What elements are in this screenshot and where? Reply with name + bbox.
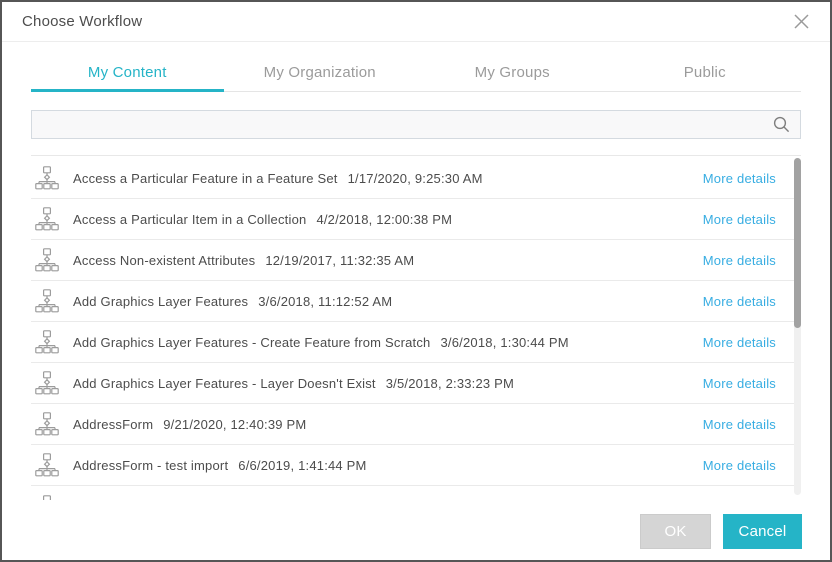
- ok-button[interactable]: OK: [640, 514, 711, 549]
- dialog-header: Choose Workflow: [2, 2, 830, 42]
- workflow-icon: [34, 453, 60, 477]
- workflow-icon: [34, 371, 60, 395]
- close-icon: [793, 14, 809, 29]
- dialog-title: Choose Workflow: [22, 13, 143, 30]
- search-input[interactable]: [31, 110, 801, 139]
- list-item[interactable]: Add Graphics Layer Features 3/6/2018, 11…: [31, 281, 801, 322]
- list-item[interactable]: AddressForm 9/21/2020, 12:40:39 PM More …: [31, 404, 801, 445]
- tab-public[interactable]: Public: [609, 55, 802, 91]
- workflow-icon: [34, 495, 60, 501]
- more-details-link[interactable]: More details: [703, 335, 776, 350]
- workflow-list-rows: Access a Particular Feature in a Feature…: [31, 156, 801, 486]
- workflow-name: Access a Particular Item in a Collection: [73, 211, 307, 227]
- more-details-link[interactable]: More details: [703, 294, 776, 309]
- workflow-timestamp: 3/6/2018, 1:30:44 PM: [440, 334, 569, 350]
- scrollbar-track[interactable]: [794, 158, 801, 495]
- choose-workflow-dialog: Choose Workflow My Content My Organizati…: [0, 0, 832, 562]
- close-button[interactable]: [788, 9, 814, 35]
- more-details-link[interactable]: More details: [703, 458, 776, 473]
- cancel-button[interactable]: Cancel: [723, 514, 802, 549]
- workflow-timestamp: 12/19/2017, 11:32:35 AM: [265, 252, 415, 268]
- more-details-link[interactable]: More details: [703, 376, 776, 391]
- workflow-icon: [34, 166, 60, 190]
- tab-my-groups[interactable]: My Groups: [416, 55, 609, 91]
- workflow-icon: [34, 289, 60, 313]
- workflow-icon: [34, 207, 60, 231]
- workflow-name: Add Graphics Layer Features - Layer Does…: [73, 375, 376, 391]
- more-details-link[interactable]: More details: [703, 417, 776, 432]
- search-bar: [31, 110, 801, 139]
- workflow-timestamp: 3/6/2018, 11:12:52 AM: [258, 293, 393, 309]
- list-item[interactable]: Access a Particular Item in a Collection…: [31, 199, 801, 240]
- workflow-icon: [34, 248, 60, 272]
- workflow-name: AddressForm - test import: [73, 457, 229, 473]
- workflow-name: Add Graphics Layer Features - Create Fea…: [73, 334, 431, 350]
- list-item[interactable]: AddressForm - test import 6/6/2019, 1:41…: [31, 445, 801, 486]
- more-details-link[interactable]: More details: [703, 212, 776, 227]
- workflow-list: Access a Particular Feature in a Feature…: [31, 155, 801, 500]
- workflow-timestamp: 1/17/2020, 9:25:30 AM: [347, 170, 483, 186]
- list-item-partial[interactable]: [31, 486, 801, 500]
- tab-my-content[interactable]: My Content: [31, 55, 224, 92]
- workflow-name: AddressForm: [73, 416, 154, 432]
- list-item[interactable]: Access a Particular Feature in a Feature…: [31, 158, 801, 199]
- workflow-name: Access a Particular Feature in a Feature…: [73, 170, 338, 186]
- list-item[interactable]: Access Non-existent Attributes 12/19/201…: [31, 240, 801, 281]
- workflow-name: Access Non-existent Attributes: [73, 252, 256, 268]
- workflow-timestamp: 3/5/2018, 2:33:23 PM: [385, 375, 515, 391]
- workflow-timestamp: 9/21/2020, 12:40:39 PM: [163, 416, 307, 432]
- dialog-footer: OK Cancel: [2, 514, 802, 549]
- workflow-icon: [34, 412, 60, 436]
- list-item[interactable]: Add Graphics Layer Features - Layer Does…: [31, 363, 801, 404]
- workflow-icon: [34, 330, 60, 354]
- workflow-timestamp: 6/6/2019, 1:41:44 PM: [238, 457, 367, 473]
- more-details-link[interactable]: More details: [703, 253, 776, 268]
- list-item[interactable]: Add Graphics Layer Features - Create Fea…: [31, 322, 801, 363]
- tab-my-organization[interactable]: My Organization: [224, 55, 417, 91]
- scrollbar-thumb[interactable]: [794, 158, 801, 328]
- tab-bar: My Content My Organization My Groups Pub…: [31, 42, 801, 92]
- more-details-link[interactable]: More details: [703, 171, 776, 186]
- workflow-timestamp: 4/2/2018, 12:00:38 PM: [316, 211, 453, 227]
- workflow-name: Add Graphics Layer Features: [73, 293, 249, 309]
